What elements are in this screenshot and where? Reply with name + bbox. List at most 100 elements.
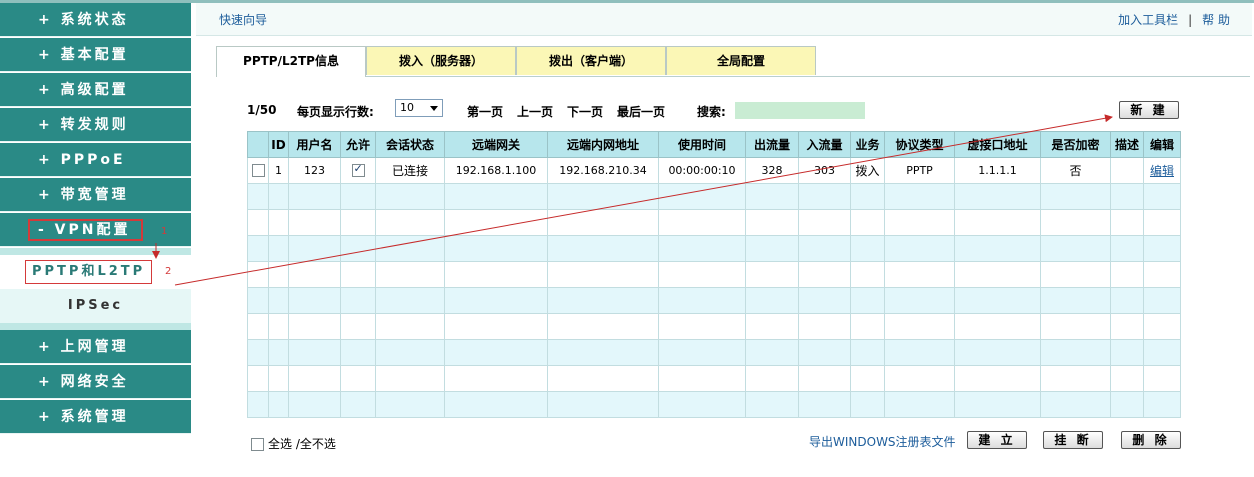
new-button[interactable]: 新 建 <box>1119 101 1179 119</box>
empty-cell <box>798 391 851 418</box>
empty-cell <box>375 339 445 366</box>
rows-per-page-select[interactable]: 10 <box>395 99 443 117</box>
inbound-cell: 303 <box>798 157 851 184</box>
empty-cell <box>288 391 341 418</box>
empty-cell <box>375 235 445 262</box>
empty-cell <box>340 235 376 262</box>
submenu-ipsec[interactable]: IPSec <box>0 289 191 323</box>
empty-cell <box>340 339 376 366</box>
col-header-virtual-interface: 虚接口地址 <box>954 131 1041 158</box>
id-cell: 1 <box>268 157 289 184</box>
row-select-checkbox[interactable] <box>251 164 265 178</box>
empty-cell <box>745 391 799 418</box>
empty-cell <box>798 261 851 288</box>
delete-button[interactable]: 删 除 <box>1121 431 1181 449</box>
protocol-cell: PPTP <box>884 157 955 184</box>
tab-dial-out-client[interactable]: 拨出（客户端） <box>516 46 666 75</box>
empty-cell <box>247 313 269 340</box>
empty-cell <box>884 391 955 418</box>
session-table: ID 用户名 允许 会话状态 远端网关 远端内网地址 使用时间 出流量 入流量 … <box>247 131 1181 418</box>
rows-per-page-value: 10 <box>400 101 414 114</box>
table-row <box>247 365 1181 392</box>
first-page-link[interactable]: 第一页 <box>467 103 503 120</box>
menu-internet-management[interactable]: + 上网管理 <box>0 330 191 364</box>
empty-cell <box>268 209 289 236</box>
help-link[interactable]: 帮 助 <box>1202 13 1230 27</box>
empty-cell <box>745 339 799 366</box>
menu-pppoe[interactable]: + PPPoE <box>0 143 191 177</box>
username-cell: 123 <box>288 157 341 184</box>
empty-cell <box>1110 209 1144 236</box>
empty-cell <box>745 365 799 392</box>
empty-cell <box>884 235 955 262</box>
empty-cell <box>658 235 746 262</box>
empty-cell <box>547 313 659 340</box>
empty-cell <box>247 209 269 236</box>
prev-page-link[interactable]: 上一页 <box>517 103 553 120</box>
allow-checkbox[interactable] <box>351 162 365 178</box>
last-page-link[interactable]: 最后一页 <box>617 103 665 120</box>
empty-cell <box>798 313 851 340</box>
select-all-checkbox[interactable] <box>251 438 264 451</box>
next-page-link[interactable]: 下一页 <box>567 103 603 120</box>
tab-pptp-l2tp-info[interactable]: PPTP/L2TP信息 <box>216 46 366 77</box>
rows-per-page-label: 每页显示行数: <box>297 105 374 119</box>
status-cell: 已连接 <box>375 157 445 184</box>
menu-network-security[interactable]: + 网络安全 <box>0 365 191 399</box>
create-button[interactable]: 建 立 <box>967 431 1027 449</box>
empty-cell <box>375 209 445 236</box>
select-all-label[interactable]: 全选 <box>268 437 292 451</box>
empty-cell <box>658 339 746 366</box>
add-toolbar-link[interactable]: 加入工具栏 <box>1118 13 1178 27</box>
menu-system-status[interactable]: + 系统状态 <box>0 3 191 37</box>
empty-cell <box>268 235 289 262</box>
empty-cell <box>547 235 659 262</box>
menu-bandwidth[interactable]: + 带宽管理 <box>0 178 191 212</box>
empty-cell <box>340 287 376 314</box>
export-registry-link[interactable]: 导出WINDOWS注册表文件 <box>809 433 956 450</box>
empty-cell <box>268 391 289 418</box>
empty-cell <box>247 261 269 288</box>
empty-cell <box>340 365 376 392</box>
empty-cell <box>547 287 659 314</box>
tab-global-config[interactable]: 全局配置 <box>666 46 816 75</box>
menu-system-management[interactable]: + 系统管理 <box>0 400 191 434</box>
tab-dial-in-server[interactable]: 拨入（服务器） <box>366 46 516 75</box>
empty-cell <box>375 391 445 418</box>
col-header-id: ID <box>268 131 289 158</box>
empty-cell <box>288 209 341 236</box>
empty-cell <box>1143 209 1181 236</box>
empty-cell <box>798 339 851 366</box>
empty-cell <box>288 287 341 314</box>
empty-cell <box>444 365 548 392</box>
sidebar: + 系统状态 + 基本配置 + 高级配置 + 转发规则 + PPPoE + 带宽… <box>0 3 191 434</box>
edit-link[interactable]: 编辑 <box>1150 164 1174 178</box>
menu-basic-config[interactable]: + 基本配置 <box>0 38 191 72</box>
empty-cell <box>375 365 445 392</box>
table-row <box>247 287 1181 314</box>
row-select-cell <box>247 157 269 184</box>
empty-cell <box>1143 183 1181 210</box>
empty-cell <box>1143 235 1181 262</box>
empty-cell <box>884 209 955 236</box>
empty-cell <box>1110 287 1144 314</box>
empty-cell <box>288 261 341 288</box>
menu-forwarding-rules[interactable]: + 转发规则 <box>0 108 191 142</box>
select-none-label[interactable]: /全不选 <box>296 437 336 451</box>
hangup-button[interactable]: 挂 断 <box>1043 431 1103 449</box>
empty-cell <box>1110 365 1144 392</box>
empty-cell <box>798 287 851 314</box>
empty-cell <box>850 209 885 236</box>
empty-cell <box>884 313 955 340</box>
submenu-pptp-l2tp[interactable]: PPTP和L2TP <box>0 255 191 289</box>
empty-cell <box>658 391 746 418</box>
empty-cell <box>444 235 548 262</box>
empty-cell <box>444 391 548 418</box>
menu-advanced-config[interactable]: + 高级配置 <box>0 73 191 107</box>
empty-cell <box>1110 261 1144 288</box>
empty-cell <box>850 313 885 340</box>
col-header-edit: 编辑 <box>1143 131 1181 158</box>
search-input[interactable] <box>735 102 865 119</box>
service-cell: 拨入 <box>850 157 885 184</box>
quick-guide-link[interactable]: 快速向导 <box>219 11 267 28</box>
